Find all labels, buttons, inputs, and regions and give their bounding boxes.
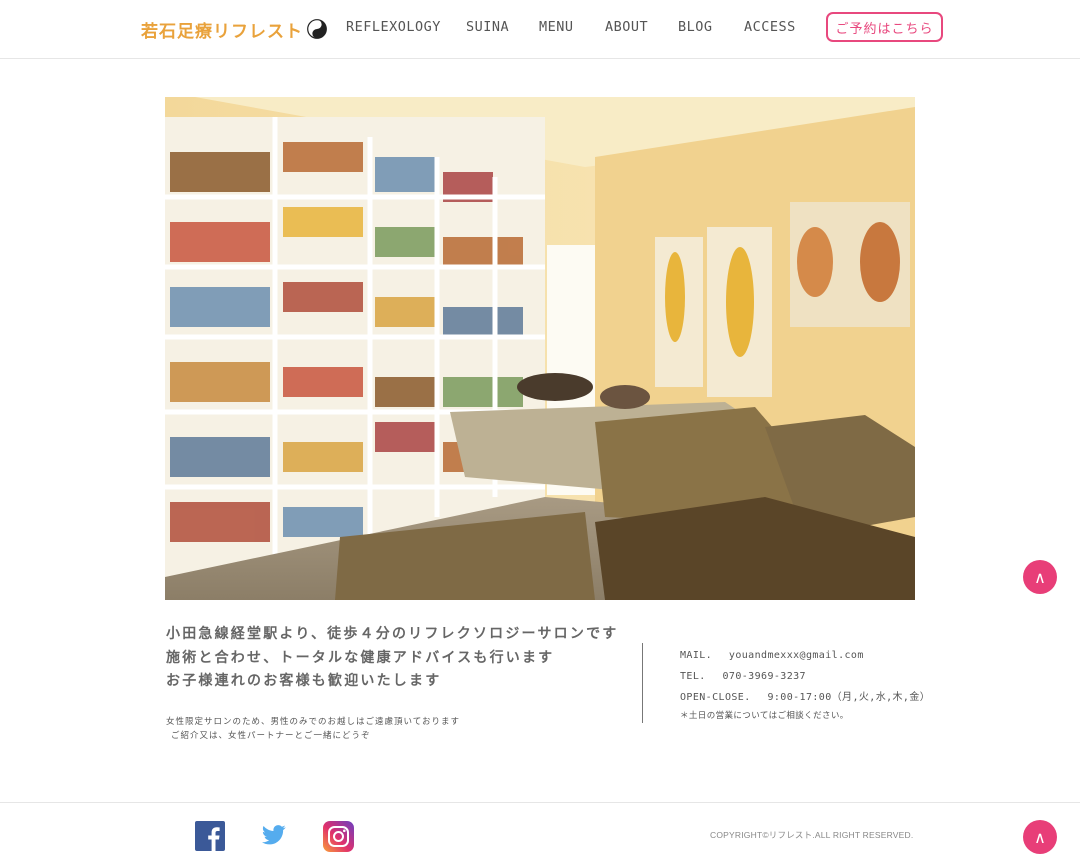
divider [642,643,643,723]
nav-access[interactable]: ACCESS [744,19,796,35]
site-header: 若石足療リフレスト REFLEXOLOGY SUINA MENU ABOUT B… [0,0,1080,59]
nav-reflexology[interactable]: REFLEXOLOGY [346,19,441,35]
footer-scroll-top-button[interactable]: ∧ [1023,820,1057,854]
site-logo[interactable]: 若石足療リフレスト [141,15,327,43]
reserve-button[interactable]: ご予約はこちら [826,12,943,42]
contact-mail[interactable]: MAIL. youandmexxx@gmail.com [680,645,930,666]
intro-line: お子様連れのお客様も歓迎いたします [166,673,442,689]
instagram-icon [323,821,354,852]
logo-text: 若石足療リフレスト [141,21,303,42]
twitter-link[interactable] [262,824,286,850]
scroll-top-button[interactable]: ∧ [1023,560,1057,594]
twitter-icon [262,825,286,845]
intro-line: 小田急線経堂駅より、徒歩４分のリフレクソロジーサロンです [166,626,619,642]
contact-note: ＊土日の営業についてはご相談ください。 [680,711,849,721]
facebook-link[interactable] [195,821,225,855]
nav-menu[interactable]: MENU [539,19,574,35]
contact-hours: OPEN-CLOSE. 9:00-17:00（月,火,水,木,金） [680,692,931,703]
nav-blog[interactable]: BLOG [678,19,713,35]
chevron-up-icon: ∧ [1034,567,1046,587]
contact-info: MAIL. youandmexxx@gmail.com TEL. 070-396… [680,645,930,724]
facebook-icon [195,821,225,851]
contact-tel[interactable]: TEL. 070-3969-3237 [680,666,930,687]
nav-about[interactable]: ABOUT [605,19,648,35]
note-line: ご紹介又は、女性パートナーとご一緒にどうぞ [171,731,371,741]
copyright: COPYRIGHT©リフレスト.ALL RIGHT RESERVED. [710,830,914,840]
intro-note: 女性限定サロンのため、男性のみでのお越しはご遠慮頂いております ご紹介又は、女性… [166,715,566,743]
intro-line: 施術と合わせ、トータルな健康アドバイスも行います [166,649,555,666]
yin-yang-icon [307,19,327,39]
note-line: 女性限定サロンのため、男性のみでのお越しはご遠慮頂いております [166,717,460,727]
chevron-up-icon: ∧ [1034,827,1046,847]
site-footer: COPYRIGHT©リフレスト.ALL RIGHT RESERVED. ∧ [0,802,1080,865]
intro-text: 小田急線経堂駅より、徒歩４分のリフレクソロジーサロンです 施術と合わせ、トータル… [166,623,626,694]
instagram-link[interactable] [323,821,354,856]
hero-image [165,97,915,600]
nav-suina[interactable]: SUINA [466,19,509,35]
